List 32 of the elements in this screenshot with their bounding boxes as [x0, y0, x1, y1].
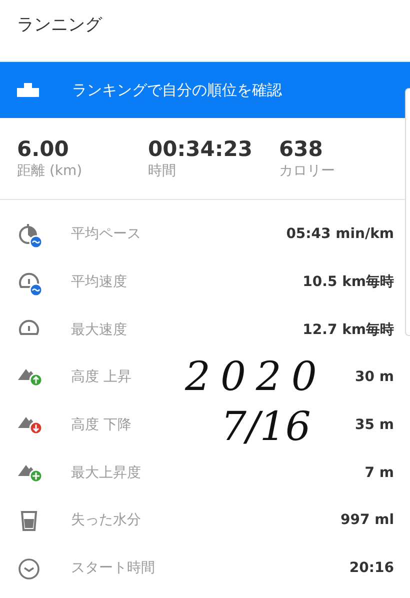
- metric-label: 失った水分: [71, 511, 141, 530]
- mountain-icon: [16, 416, 42, 436]
- ranking-banner[interactable]: ランキングで自分の順位を確認: [0, 62, 410, 118]
- metric-value: 30 m: [355, 368, 394, 388]
- stopwatch-icon: [16, 222, 42, 248]
- mountain-icon: [16, 368, 42, 388]
- stat-value: 638: [279, 136, 324, 162]
- metric-value: 997 ml: [340, 511, 394, 530]
- stat-value: 6.00: [17, 136, 70, 162]
- metric-label: 平均速度: [71, 273, 127, 292]
- metric-value: 7 m: [364, 464, 394, 483]
- metric-label: 高度 上昇: [71, 368, 132, 388]
- metric-value: 05:43 min/km: [286, 225, 394, 244]
- podium-icon: [17, 83, 39, 97]
- metric-label: 最大上昇度: [71, 464, 141, 483]
- stat-value: 00:34:23: [148, 136, 254, 162]
- screen-title: ランニング: [17, 14, 102, 37]
- stat-label: 時間: [148, 162, 177, 180]
- metric-value: 10.5 km毎時: [302, 273, 394, 292]
- metric-value: 12.7 km毎時: [302, 320, 394, 340]
- metric-label: スタート時間: [71, 559, 155, 578]
- metric-value: 20:16: [349, 559, 394, 578]
- clock-icon: [16, 556, 42, 582]
- handwritten-note: 2020: [185, 353, 327, 402]
- metric-label: 最大速度: [71, 320, 127, 340]
- stat-label: 距離 (km): [17, 162, 84, 180]
- metric-value: 35 m: [355, 416, 394, 436]
- mountain-icon: [16, 464, 42, 483]
- handwritten-note: 7/16: [220, 403, 311, 452]
- stat-label: カロリー: [279, 162, 336, 180]
- metric-label: 高度 下降: [71, 416, 132, 436]
- metric-label: 平均ペース: [71, 225, 141, 244]
